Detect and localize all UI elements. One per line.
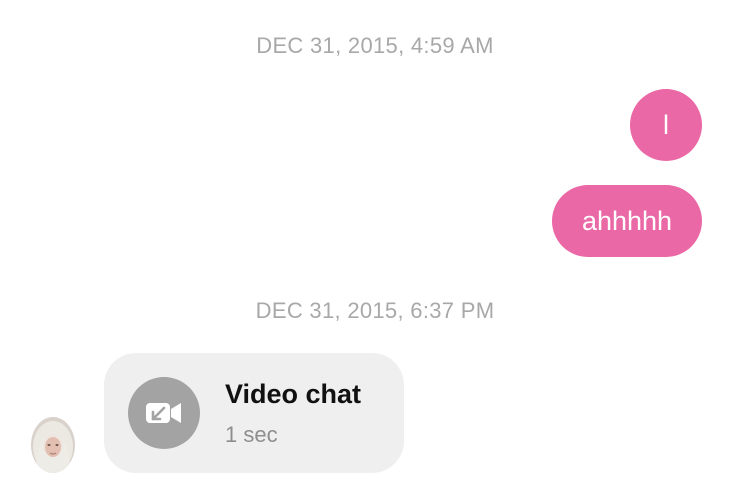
message-text: l — [663, 109, 669, 140]
video-missed-icon — [146, 403, 181, 423]
video-call-icon — [128, 377, 200, 449]
timestamp: DEC 31, 2015, 6:37 PM — [255, 298, 495, 323]
video-chat-call-card[interactable]: Video chat 1 sec — [104, 353, 404, 473]
outgoing-message-bubble[interactable]: l — [630, 89, 702, 161]
call-title: Video chat — [225, 379, 362, 409]
avatar[interactable] — [31, 417, 75, 473]
avatar-photo — [31, 417, 75, 473]
timestamp: DEC 31, 2015, 4:59 AM — [256, 33, 494, 58]
message-text: ahhhhh — [581, 205, 673, 236]
call-duration: 1 sec — [225, 422, 278, 447]
outgoing-message-bubble[interactable]: ahhhhh — [552, 185, 702, 257]
